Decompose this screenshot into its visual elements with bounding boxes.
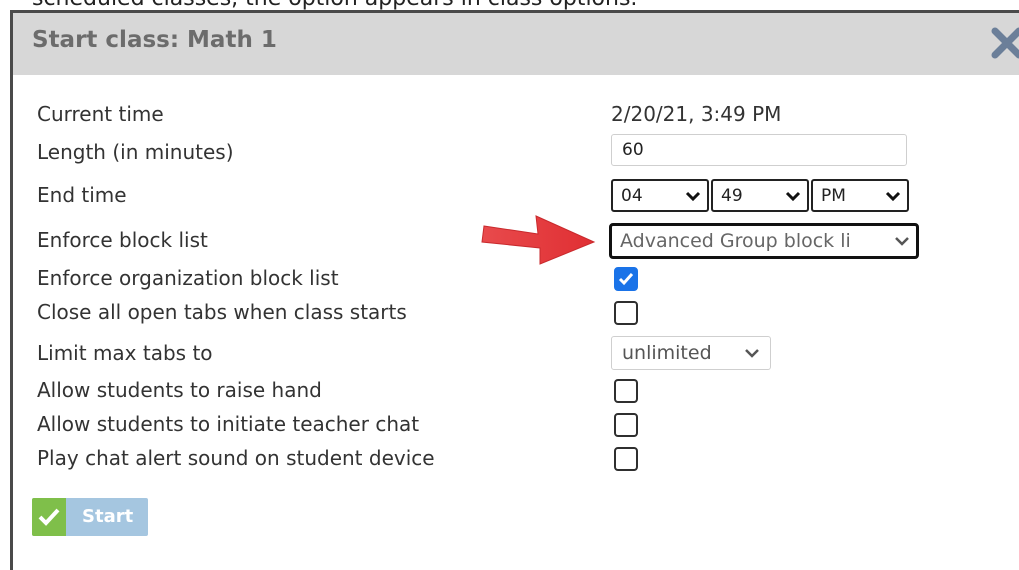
check-icon bbox=[38, 508, 60, 526]
start-button-label: Start bbox=[82, 506, 134, 527]
end-minute-select[interactable]: 49 bbox=[711, 179, 809, 212]
end-hour-value: 04 bbox=[621, 186, 643, 206]
start-class-dialog: Start class: Math 1 Current time Length … bbox=[10, 10, 1019, 570]
chevron-down-icon bbox=[745, 349, 759, 358]
max-tabs-value: unlimited bbox=[622, 342, 712, 364]
end-minute-value: 49 bbox=[721, 186, 743, 206]
end-time-label: End time bbox=[37, 183, 127, 207]
raise-hand-checkbox[interactable] bbox=[614, 379, 638, 403]
chevron-down-icon bbox=[785, 191, 801, 202]
length-label: Length (in minutes) bbox=[37, 140, 234, 164]
block-list-label: Enforce block list bbox=[37, 228, 208, 252]
current-time-value: 2/20/21, 3:49 PM bbox=[611, 102, 782, 126]
end-ampm-select[interactable]: PM bbox=[811, 179, 909, 212]
teacher-chat-label: Allow students to initiate teacher chat bbox=[37, 412, 420, 436]
start-button[interactable]: Start bbox=[32, 498, 148, 536]
chevron-down-icon bbox=[885, 191, 901, 202]
check-icon bbox=[618, 273, 634, 286]
start-check-area bbox=[32, 498, 66, 536]
raise-hand-label: Allow students to raise hand bbox=[37, 378, 322, 402]
chat-sound-label: Play chat alert sound on student device bbox=[37, 446, 435, 470]
dialog-titlebar: Start class: Math 1 bbox=[13, 13, 1019, 75]
teacher-chat-checkbox[interactable] bbox=[614, 413, 638, 437]
end-ampm-value: PM bbox=[821, 186, 846, 206]
max-tabs-label: Limit max tabs to bbox=[37, 341, 213, 365]
close-tabs-checkbox[interactable] bbox=[614, 301, 638, 325]
close-icon[interactable] bbox=[987, 23, 1019, 63]
org-block-list-label: Enforce organization block list bbox=[37, 266, 339, 290]
current-time-label: Current time bbox=[37, 102, 164, 126]
org-block-list-checkbox[interactable] bbox=[614, 267, 638, 291]
block-list-select[interactable]: Advanced Group block li bbox=[609, 223, 919, 259]
chevron-down-icon bbox=[685, 191, 701, 202]
close-tabs-label: Close all open tabs when class starts bbox=[37, 300, 407, 324]
dialog-title: Start class: Math 1 bbox=[32, 27, 277, 53]
chevron-down-icon bbox=[894, 235, 910, 247]
chat-sound-checkbox[interactable] bbox=[614, 447, 638, 471]
length-input[interactable]: 60 bbox=[611, 134, 907, 166]
annotation-arrow-icon bbox=[481, 215, 596, 265]
block-list-value: Advanced Group block li bbox=[620, 230, 851, 252]
end-hour-select[interactable]: 04 bbox=[611, 179, 709, 212]
max-tabs-select[interactable]: unlimited bbox=[611, 336, 771, 370]
